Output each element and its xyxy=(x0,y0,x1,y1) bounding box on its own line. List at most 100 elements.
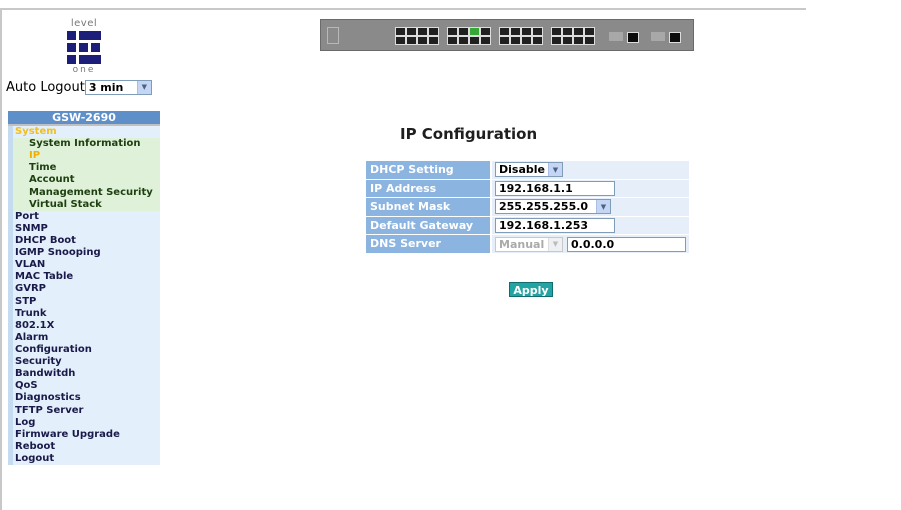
auto-logout: Auto Logout 3 min ▼ xyxy=(6,78,152,96)
sidebar-item-mac-table[interactable]: MAC Table xyxy=(8,271,160,284)
sidebar-item-alarm[interactable]: Alarm xyxy=(8,331,160,344)
sidebar-item-configuration[interactable]: Configuration xyxy=(8,343,160,357)
sidebar-header: GSW-2690 xyxy=(8,111,160,126)
sidebar-item-gvrp[interactable]: GVRP xyxy=(8,283,160,296)
subnet-mask-value: 255.255.255.0 xyxy=(499,200,589,214)
sidebar-item-security[interactable]: Security xyxy=(8,356,160,369)
dns-server-input[interactable]: 0.0.0.0 xyxy=(567,236,686,252)
levelone-logo: level one xyxy=(64,18,104,76)
port-icon xyxy=(584,27,595,36)
port-icon xyxy=(573,36,584,45)
table-row: DNS Server Manual ▼ 0.0.0.0 xyxy=(366,235,689,253)
port-icon xyxy=(510,27,521,36)
sidebar-item-account[interactable]: Account xyxy=(8,174,160,187)
sidebar-item-dhcp-boot[interactable]: DHCP Boot xyxy=(8,234,160,248)
port-icon xyxy=(551,36,562,45)
port-icon xyxy=(510,36,521,45)
port-icon xyxy=(406,36,417,45)
apply-button[interactable]: Apply xyxy=(509,282,553,297)
sfp-cover-icon xyxy=(609,32,623,41)
chevron-down-icon[interactable]: ▼ xyxy=(548,163,562,177)
sidebar-item-qos[interactable]: QoS xyxy=(8,380,160,393)
sidebar-item-ip[interactable]: IP xyxy=(8,150,160,163)
dns-mode-value: Manual xyxy=(499,237,545,251)
dns-server-label: DNS Server xyxy=(366,235,490,253)
sidebar-item-virtual-stack[interactable]: Virtual Stack xyxy=(8,198,160,211)
sidebar-item-tftp-server[interactable]: TFTP Server xyxy=(8,404,160,417)
port-icon xyxy=(395,27,406,36)
port-icon xyxy=(428,36,439,45)
sfp-port-icon xyxy=(669,32,681,43)
auto-logout-select[interactable]: 3 min ▼ xyxy=(84,79,152,95)
sfp-cover-icon xyxy=(651,32,665,41)
port-icon xyxy=(447,27,458,36)
sidebar-item-stp[interactable]: STP xyxy=(8,295,160,308)
table-row: IP Address 192.168.1.1 xyxy=(366,179,689,198)
port-icon xyxy=(458,36,469,45)
port-icon xyxy=(521,27,532,36)
sfp-port-icon xyxy=(627,32,639,43)
panel-logo-icon xyxy=(327,27,339,44)
port-icon xyxy=(480,27,491,36)
table-row: Subnet Mask 255.255.255.0 ▼ xyxy=(366,198,689,216)
sidebar-item-port[interactable]: Port xyxy=(8,210,160,223)
port-icon xyxy=(480,36,491,45)
chevron-down-icon: ▼ xyxy=(548,237,562,251)
port-icon xyxy=(406,27,417,36)
sidebar-item-firmware-upgrade[interactable]: Firmware Upgrade xyxy=(8,428,160,441)
dns-mode-select[interactable]: Manual ▼ xyxy=(495,236,563,252)
port-icon xyxy=(395,36,406,45)
sidebar-item-bandwidth[interactable]: Bandwitdh xyxy=(8,368,160,381)
sidebar-item-system[interactable]: System xyxy=(8,126,160,139)
sidebar-item-8021x[interactable]: 802.1X xyxy=(8,319,160,332)
port-icon xyxy=(499,36,510,45)
default-gateway-label: Default Gateway xyxy=(366,216,490,235)
page-title: IP Configuration xyxy=(400,125,538,143)
switch-front-panel-image xyxy=(320,19,694,51)
sidebar-item-reboot[interactable]: Reboot xyxy=(8,440,160,453)
dhcp-setting-select[interactable]: Disable ▼ xyxy=(495,162,563,178)
port-icon xyxy=(521,36,532,45)
dhcp-setting-value: Disable xyxy=(499,163,545,177)
sidebar-item-system-information[interactable]: System Information xyxy=(8,138,160,151)
port-icon xyxy=(458,27,469,36)
port-icon xyxy=(573,27,584,36)
port-icon xyxy=(532,36,543,45)
sidebar-item-trunk[interactable]: Trunk xyxy=(8,307,160,320)
dhcp-setting-label: DHCP Setting xyxy=(366,161,490,179)
sidebar-item-snmp[interactable]: SNMP xyxy=(8,222,160,235)
sidebar-item-diagnostics[interactable]: Diagnostics xyxy=(8,392,160,405)
port-icon xyxy=(417,27,428,36)
port-active-icon xyxy=(469,27,480,36)
ip-config-table: DHCP Setting Disable ▼ IP Address 192.16… xyxy=(366,161,689,254)
sidebar-item-management-security[interactable]: Management Security xyxy=(8,186,160,199)
default-gateway-input[interactable]: 192.168.1.253 xyxy=(495,218,615,234)
table-row: Default Gateway 192.168.1.253 xyxy=(366,216,689,235)
sidebar-item-time[interactable]: Time xyxy=(8,162,160,175)
ip-address-label: IP Address xyxy=(366,179,490,198)
auto-logout-label: Auto Logout xyxy=(6,79,85,95)
table-row: DHCP Setting Disable ▼ xyxy=(366,161,689,179)
port-icon xyxy=(562,36,573,45)
port-icon xyxy=(469,36,480,45)
chevron-down-icon[interactable]: ▼ xyxy=(596,200,610,214)
sidebar-item-vlan[interactable]: VLAN xyxy=(8,259,160,272)
sidebar-menu: GSW-2690 System System Information IP Ti… xyxy=(8,111,160,466)
logo-brand-text: level xyxy=(70,18,98,29)
ip-address-input[interactable]: 192.168.1.1 xyxy=(495,180,615,196)
subnet-mask-select[interactable]: 255.255.255.0 ▼ xyxy=(495,199,611,215)
port-icon xyxy=(532,27,543,36)
logo-sub-text: one xyxy=(72,65,96,75)
port-icon xyxy=(562,27,573,36)
subnet-mask-label: Subnet Mask xyxy=(366,198,490,216)
port-icon xyxy=(551,27,562,36)
port-icon xyxy=(447,36,458,45)
logo-mark-icon xyxy=(67,31,101,65)
sidebar-item-log[interactable]: Log xyxy=(8,416,160,429)
sidebar-item-logout[interactable]: Logout xyxy=(8,452,160,466)
port-icon xyxy=(417,36,428,45)
sidebar-item-igmp-snooping[interactable]: IGMP Snooping xyxy=(8,247,160,260)
port-icon xyxy=(428,27,439,36)
frame-left-border xyxy=(0,8,2,510)
chevron-down-icon[interactable]: ▼ xyxy=(136,80,151,94)
